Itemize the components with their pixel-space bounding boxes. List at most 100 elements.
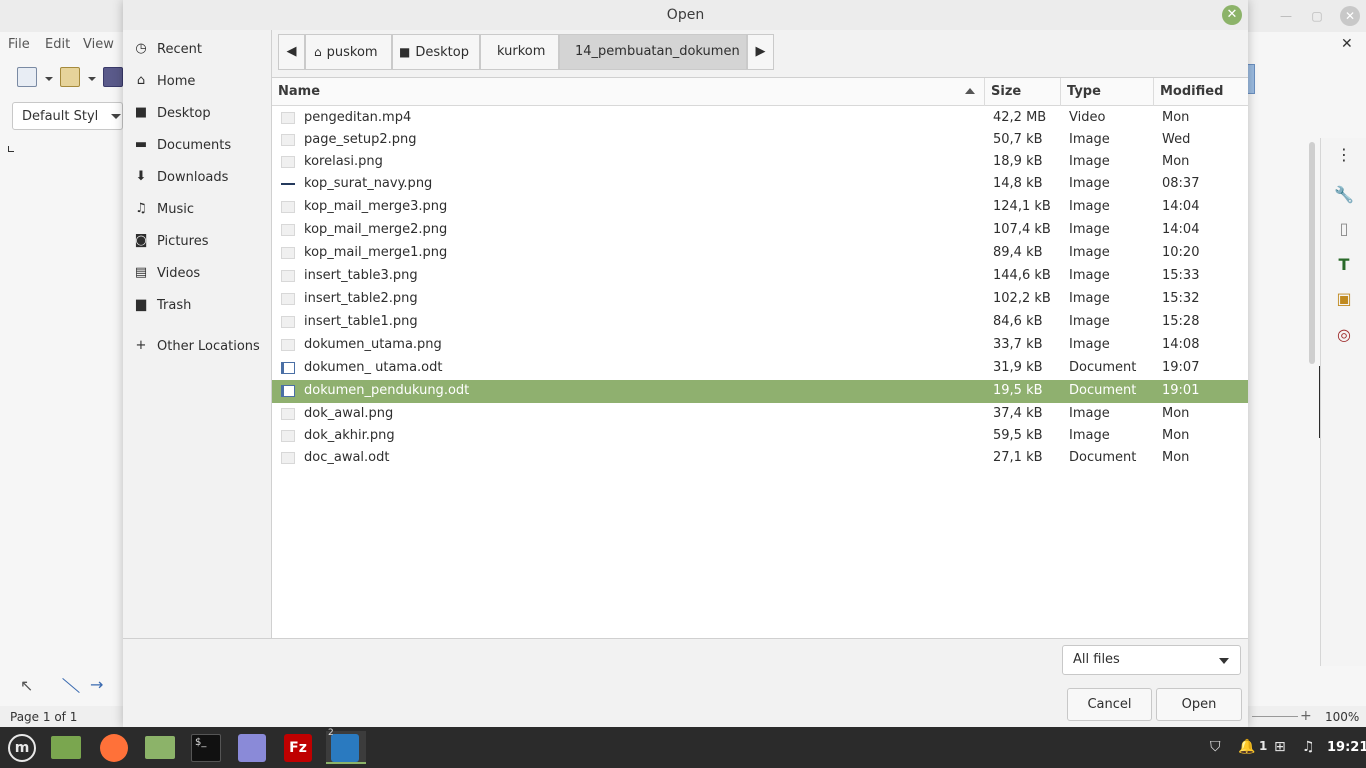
shield-icon[interactable]: ⛉ xyxy=(1210,739,1221,755)
cancel-button[interactable]: Cancel xyxy=(1067,688,1152,721)
save-icon[interactable] xyxy=(103,67,123,87)
column-type[interactable]: Type xyxy=(1061,78,1154,106)
show-desktop-button[interactable] xyxy=(48,731,84,764)
place-home[interactable]: ⌂ Home xyxy=(123,68,271,96)
chevron-down-icon[interactable] xyxy=(111,114,121,119)
text-editor-launcher[interactable] xyxy=(234,731,270,764)
menu-view[interactable]: View xyxy=(83,37,114,52)
writer-task[interactable]: 2 xyxy=(326,728,366,764)
menu-button[interactable]: m xyxy=(4,731,40,764)
path-segment-kurkom[interactable]: kurkom xyxy=(480,34,559,70)
close-document-icon[interactable]: ✕ xyxy=(1341,36,1353,52)
menu-file[interactable]: File xyxy=(8,37,30,52)
file-row[interactable]: dokumen_ utama.odt 31,9 kB Document 19:0… xyxy=(272,357,1248,380)
place-desktop[interactable]: ■ Desktop xyxy=(123,100,271,128)
place-recent[interactable]: ◷ Recent xyxy=(123,36,271,64)
path-segment-desktop[interactable]: ■ Desktop xyxy=(392,34,480,70)
select-arrow-icon[interactable]: ↖ xyxy=(20,676,33,695)
file-row[interactable]: kop_mail_merge2.png 107,4 kB Image 14:04 xyxy=(272,219,1248,242)
file-row[interactable]: kop_surat_navy.png 14,8 kB Image 08:37 xyxy=(272,173,1248,196)
maximize-icon[interactable]: ▢ xyxy=(1309,8,1325,24)
chevron-down-icon[interactable] xyxy=(1219,658,1229,664)
place-trash[interactable]: ▆ Trash xyxy=(123,292,271,320)
documents-icon: ▬ xyxy=(134,137,148,152)
column-name[interactable]: Name xyxy=(272,78,985,106)
column-size[interactable]: Size xyxy=(985,78,1061,106)
plus-icon: + xyxy=(135,338,147,353)
file-row[interactable]: doc_awal.odt 27,1 kB Document Mon xyxy=(272,447,1248,470)
scrollbar[interactable] xyxy=(1309,142,1315,364)
page-icon[interactable]: ▯ xyxy=(1333,218,1355,240)
place-documents[interactable]: ▬ Documents xyxy=(123,132,271,160)
path-back-button[interactable]: ◀ xyxy=(278,34,305,70)
home-icon: ⌂ xyxy=(136,73,146,88)
place-music[interactable]: ♫ Music xyxy=(123,196,271,224)
terminal-launcher[interactable]: $_ xyxy=(188,731,224,764)
file-row[interactable]: insert_table3.png 144,6 kB Image 15:33 xyxy=(272,265,1248,288)
new-document-icon[interactable] xyxy=(17,67,37,87)
volume-icon[interactable]: ♫ xyxy=(1302,739,1315,755)
file-row[interactable]: insert_table1.png 84,6 kB Image 15:28 xyxy=(272,311,1248,334)
file-row[interactable]: korelasi.png 18,9 kB Image Mon xyxy=(272,151,1248,174)
file-type: Image xyxy=(1069,268,1110,283)
writer-icon xyxy=(331,734,359,762)
place-videos[interactable]: ▤ Videos xyxy=(123,260,271,288)
column-header: Name Size Type Modified xyxy=(272,78,1248,106)
home-icon: ⌂ xyxy=(314,45,322,59)
open-folder-icon[interactable] xyxy=(60,67,80,87)
filezilla-launcher[interactable]: Fz xyxy=(280,731,316,764)
path-forward-button[interactable]: ▶ xyxy=(747,34,774,70)
file-name: kop_surat_navy.png xyxy=(304,176,433,191)
file-row-selected[interactable]: dokumen_pendukung.odt 19,5 kB Document 1… xyxy=(272,380,1248,403)
file-row[interactable]: kop_mail_merge1.png 89,4 kB Image 10:20 xyxy=(272,242,1248,265)
file-row[interactable]: insert_table2.png 102,2 kB Image 15:32 xyxy=(272,288,1248,311)
window-close-icon[interactable]: ✕ xyxy=(1340,6,1360,26)
close-icon[interactable]: ✕ xyxy=(1222,5,1242,25)
path-segment-home[interactable]: ⌂ puskom xyxy=(305,34,392,70)
file-row[interactable]: dokumen_utama.png 33,7 kB Image 14:08 xyxy=(272,334,1248,357)
navigator-icon[interactable]: ◎ xyxy=(1333,324,1355,346)
files-launcher[interactable] xyxy=(142,731,178,764)
file-name: kop_mail_merge3.png xyxy=(304,199,448,214)
file-row[interactable]: pengeditan.mp4 42,2 MB Video Mon xyxy=(272,107,1248,130)
file-modified: 15:33 xyxy=(1162,268,1200,283)
more-options-icon[interactable]: ⋮ xyxy=(1333,144,1355,166)
line-tool-icon[interactable] xyxy=(62,678,80,693)
minimize-icon[interactable]: — xyxy=(1278,8,1294,24)
path-label: 14_pembuatan_dokumen xyxy=(575,44,740,59)
new-dropdown-icon[interactable] xyxy=(45,77,53,81)
file-type: Image xyxy=(1069,176,1110,191)
path-segment-current[interactable]: 14_pembuatan_dokumen xyxy=(559,34,747,70)
file-row[interactable]: kop_mail_merge3.png 124,1 kB Image 14:04 xyxy=(272,196,1248,219)
column-modified[interactable]: Modified xyxy=(1154,78,1248,106)
place-downloads[interactable]: ⬇ Downloads xyxy=(123,164,271,192)
file-type-filter[interactable]: All files xyxy=(1062,645,1241,675)
gallery-icon[interactable]: ▣ xyxy=(1333,288,1355,310)
place-other-locations[interactable]: + Other Locations xyxy=(123,333,271,361)
film-icon: ▤ xyxy=(134,265,148,280)
open-dropdown-icon[interactable] xyxy=(88,77,96,81)
file-row[interactable]: dok_awal.png 37,4 kB Image Mon xyxy=(272,403,1248,426)
menu-edit[interactable]: Edit xyxy=(45,37,70,52)
arrow-tool-icon[interactable]: → xyxy=(90,675,103,694)
file-modified: 14:04 xyxy=(1162,199,1200,214)
file-row[interactable]: page_setup2.png 50,7 kB Image Wed xyxy=(272,129,1248,152)
dialog-title: Open xyxy=(666,7,705,23)
network-icon[interactable]: ⊞ xyxy=(1274,739,1286,755)
file-type: Image xyxy=(1069,199,1110,214)
notification-icon[interactable]: 🔔 xyxy=(1238,739,1255,755)
zoom-slider[interactable] xyxy=(1252,716,1298,717)
paragraph-style-box[interactable]: Default Styl xyxy=(12,102,123,130)
clock[interactable]: 19:21 xyxy=(1327,740,1366,755)
zoom-level[interactable]: 100% xyxy=(1325,710,1359,724)
trash-icon: ▆ xyxy=(136,297,146,312)
properties-icon[interactable]: 🔧 xyxy=(1333,184,1355,206)
file-type: Document xyxy=(1069,360,1137,375)
open-button[interactable]: Open xyxy=(1156,688,1242,721)
place-label: Desktop xyxy=(157,106,211,121)
zoom-in-icon[interactable]: + xyxy=(1300,708,1312,724)
styles-icon[interactable]: T xyxy=(1333,254,1355,276)
place-pictures[interactable]: ◙ Pictures xyxy=(123,228,271,256)
file-row[interactable]: dok_akhir.png 59,5 kB Image Mon xyxy=(272,425,1248,448)
firefox-launcher[interactable] xyxy=(96,731,132,764)
